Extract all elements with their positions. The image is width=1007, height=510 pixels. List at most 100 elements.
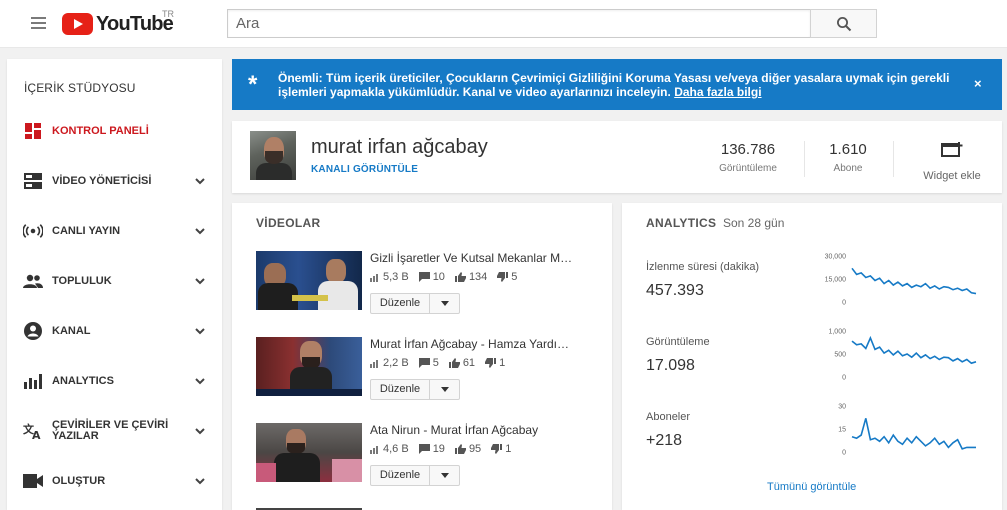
edit-button[interactable]: Düzenle — [371, 380, 430, 399]
channel-avatar[interactable] — [250, 131, 296, 180]
channel-summary-card: murat irfan ağcabay KANALI GÖRÜNTÜLE 136… — [232, 121, 1002, 193]
video-likes: 134 — [468, 271, 488, 283]
subscribers-stat: 1.610 Abone — [818, 141, 878, 174]
subscribers-label: Abone — [833, 163, 863, 174]
video-thumbnail[interactable] — [256, 423, 362, 482]
community-icon — [23, 271, 43, 291]
bar-chart-icon — [370, 445, 378, 454]
axis-tick-label: 1,000 — [828, 329, 846, 336]
thumbs-up-icon — [454, 444, 466, 454]
analytics-period: Son 28 gün — [723, 216, 785, 230]
edit-dropdown-button[interactable]: Düzenle — [370, 465, 460, 486]
video-manager-icon — [23, 171, 43, 191]
coppa-notice-banner: * Önemli: Tüm içerik üreticiler, Çocukla… — [232, 59, 1002, 110]
sidebar-item-dashboard[interactable]: KONTROL PANELİ — [7, 111, 222, 151]
thumbs-up-icon — [448, 358, 460, 368]
chevron-down-icon[interactable] — [194, 475, 206, 487]
views-label: Görüntüleme — [719, 163, 777, 174]
edit-dropdown-button[interactable]: Düzenle — [370, 293, 460, 314]
video-stats: 4,6 B 19 95 1 — [370, 443, 521, 455]
bar-chart-icon — [370, 273, 378, 282]
subscribers-metric[interactable]: Aboneler +218 — [646, 411, 690, 450]
dropdown-arrow-icon[interactable] — [430, 380, 459, 399]
channel-icon — [23, 321, 43, 341]
channel-name: murat irfan ağcabay — [311, 136, 488, 158]
watch-time-metric[interactable]: İzlenme süresi (dakika) 457.393 — [646, 261, 759, 300]
chevron-down-icon[interactable] — [194, 275, 206, 287]
sidebar-item-label: KANAL — [52, 324, 91, 337]
axis-tick-label: 15 — [838, 427, 846, 434]
video-title[interactable]: Gizli İşaretler Ve Kutsal Mekanlar Murat… — [370, 251, 575, 265]
add-widget-label: Widget ekle — [923, 170, 981, 182]
video-views: 4,6 B — [383, 443, 409, 455]
comment-icon — [418, 358, 430, 368]
sidebar-item-label: ANALYTICS — [52, 374, 114, 387]
video-thumbnail[interactable] — [256, 337, 362, 396]
video-title[interactable]: Murat İrfan Ağcabay - Hamza Yardımcıoğlu — [370, 337, 575, 351]
metric-label: Aboneler — [646, 411, 691, 423]
add-widget-icon — [941, 142, 963, 157]
sidebar-item-channel[interactable]: KANAL — [7, 311, 222, 351]
create-icon — [23, 471, 43, 491]
see-all-link[interactable]: Tümünü görüntüle — [767, 481, 856, 493]
dashboard-icon — [23, 121, 43, 141]
youtube-logo[interactable]: YouTube TR — [62, 9, 174, 36]
thumbs-down-icon — [491, 444, 503, 454]
views-value: 136.786 — [720, 141, 776, 158]
search-button[interactable] — [810, 9, 877, 38]
axis-tick-label: 30,000 — [825, 254, 847, 261]
video-views: 2,2 B — [383, 357, 409, 369]
search-input[interactable] — [227, 9, 810, 38]
chevron-down-icon[interactable] — [194, 325, 206, 337]
close-icon[interactable]: × — [974, 76, 982, 91]
analytics-title: ANALYTICS — [646, 216, 717, 230]
views-sparkline: 1,000 500 0 — [828, 329, 977, 382]
axis-tick-label: 0 — [842, 450, 846, 457]
video-thumbnail[interactable] — [256, 251, 362, 310]
chevron-down-icon[interactable] — [194, 225, 206, 237]
watch-time-sparkline: 30,000 15,000 0 — [825, 254, 977, 307]
sidebar-item-live-stream[interactable]: CANLI YAYIN — [7, 211, 222, 251]
dropdown-arrow-icon[interactable] — [430, 466, 459, 485]
chevron-down-icon[interactable] — [194, 375, 206, 387]
edit-button[interactable]: Düzenle — [371, 294, 430, 313]
sidebar-title: İÇERİK STÜDYOSU — [24, 81, 136, 95]
add-widget-button[interactable]: Widget ekle — [914, 141, 990, 182]
chevron-down-icon[interactable] — [194, 425, 206, 437]
axis-tick-label: 30 — [838, 404, 846, 411]
video-stats: 5,3 B 10 134 5 — [370, 271, 527, 283]
axis-tick-label: 0 — [842, 375, 846, 382]
comment-icon — [418, 444, 430, 454]
asterisk-icon: * — [248, 71, 258, 98]
analytics-panel: ANALYTICS Son 28 gün İzlenme süresi (dak… — [622, 203, 1002, 510]
learn-more-link[interactable]: Daha fazla bilgi — [674, 85, 761, 99]
video-dislikes: 1 — [505, 443, 512, 455]
sidebar-item-analytics[interactable]: ANALYTICS — [7, 361, 222, 401]
edit-button[interactable]: Düzenle — [371, 466, 430, 485]
axis-tick-label: 0 — [842, 300, 846, 307]
bar-chart-icon — [370, 359, 378, 368]
top-bar: YouTube TR — [0, 0, 1007, 48]
sidebar-item-label: KONTROL PANELİ — [52, 124, 149, 137]
menu-icon[interactable] — [31, 17, 46, 29]
view-channel-link[interactable]: KANALI GÖRÜNTÜLE — [311, 164, 418, 175]
live-stream-icon — [23, 221, 43, 241]
video-row: Murat İrfan Ağcabay - Hamza Yardımcıoğlu… — [256, 337, 596, 400]
video-dislikes: 5 — [511, 271, 518, 283]
views-stat: 136.786 Görüntüleme — [710, 141, 786, 174]
translate-icon: 文A — [23, 421, 43, 441]
svg-text:A: A — [32, 429, 41, 440]
comment-icon — [418, 272, 430, 282]
notice-message: Önemli: Tüm içerik üreticiler, Çocukları… — [278, 71, 950, 99]
sidebar-item-video-manager[interactable]: VİDEO YÖNETİCİSİ — [7, 161, 222, 201]
metric-value: +218 — [646, 432, 683, 449]
chevron-down-icon[interactable] — [194, 175, 206, 187]
dropdown-arrow-icon[interactable] — [430, 294, 459, 313]
sidebar-item-create[interactable]: OLUŞTUR — [7, 461, 222, 501]
video-title[interactable]: Ata Nirun - Murat İrfan Ağcabay — [370, 423, 575, 437]
views-metric[interactable]: Görüntüleme 17.098 — [646, 336, 710, 375]
sidebar-item-translations[interactable]: 文A ÇEVİRİLER VE ÇEVİRİ YAZILAR — [7, 411, 222, 451]
sidebar-item-community[interactable]: TOPLULUK — [7, 261, 222, 301]
videos-panel: VİDEOLAR Gizli İşaretler Ve Kutsal Mekan… — [232, 203, 612, 510]
edit-dropdown-button[interactable]: Düzenle — [370, 379, 460, 400]
